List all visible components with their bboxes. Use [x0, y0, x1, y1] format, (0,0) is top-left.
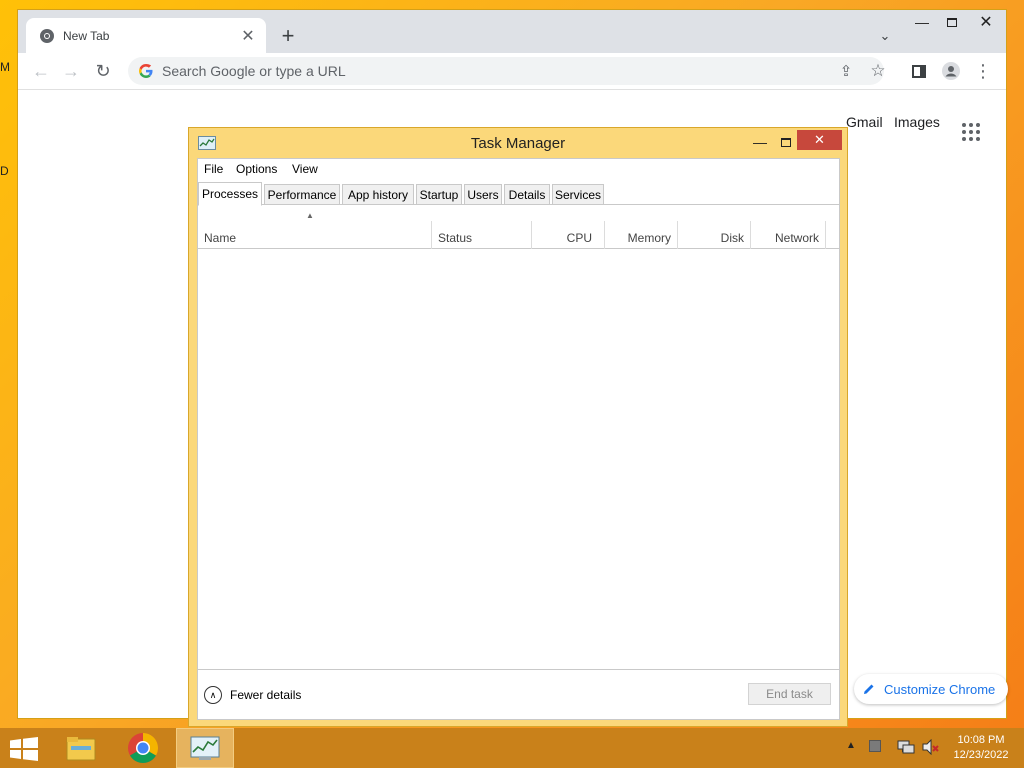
- tab-services[interactable]: Services: [552, 184, 604, 205]
- tab-app-history[interactable]: App history: [342, 184, 414, 205]
- bookmark-star-icon[interactable]: ☆: [868, 61, 888, 81]
- profile-avatar-icon: [942, 62, 960, 80]
- restore-icon: [947, 17, 957, 27]
- window-minimize-button[interactable]: —: [908, 10, 936, 34]
- file-explorer-icon: [66, 737, 96, 761]
- profile-button[interactable]: [938, 58, 964, 84]
- action-center-icon[interactable]: [869, 740, 881, 752]
- tab-startup[interactable]: Startup: [416, 184, 462, 205]
- images-link[interactable]: Images: [894, 114, 940, 130]
- task-manager-icon: [190, 736, 220, 760]
- process-table-header: Name Status CPU Memory Disk Network: [198, 221, 839, 249]
- customize-chrome-button[interactable]: Customize Chrome: [854, 674, 1008, 704]
- desktop-icon-label-fragment: D: [0, 164, 9, 178]
- taskbar-chrome[interactable]: [114, 728, 172, 768]
- tab-strip: New Tab ✕ + ⌄ — ✕: [18, 10, 1006, 53]
- tab-users[interactable]: Users: [464, 184, 502, 205]
- menu-file[interactable]: File: [204, 162, 223, 176]
- window-restore-button[interactable]: [938, 10, 966, 34]
- tm-close-button[interactable]: ✕: [797, 130, 842, 150]
- network-icon[interactable]: [897, 739, 915, 755]
- column-network[interactable]: Network: [751, 221, 825, 249]
- task-manager-window: Task Manager — ✕ File Options View Proce…: [188, 127, 848, 727]
- chrome-icon: [128, 733, 159, 764]
- desktop-icon-label-fragment: M: [0, 60, 10, 74]
- customize-chrome-label: Customize Chrome: [884, 681, 996, 697]
- volume-muted-icon[interactable]: [922, 739, 940, 755]
- tm-maximize-button[interactable]: [773, 132, 799, 152]
- tab-search-chevron-icon[interactable]: ⌄: [875, 26, 895, 46]
- column-name[interactable]: Name: [204, 221, 430, 249]
- omnibox[interactable]: ⇪ ☆: [128, 57, 886, 85]
- tm-tab-bar: Processes Performance App history Startu…: [198, 181, 839, 206]
- menu-view[interactable]: View: [292, 162, 318, 176]
- clock-date: 12/23/2022: [953, 749, 1009, 761]
- taskbar: ▲ 10:08 PM 12/23/2022: [0, 728, 1024, 768]
- system-clock[interactable]: 10:08 PM 12/23/2022: [946, 733, 1016, 763]
- window-close-button[interactable]: ✕: [968, 10, 1004, 34]
- clock-time: 10:08 PM: [957, 734, 1005, 746]
- tab-details[interactable]: Details: [504, 184, 550, 205]
- tab-performance[interactable]: Performance: [264, 184, 340, 205]
- end-task-button[interactable]: End task: [748, 683, 831, 705]
- browser-toolbar: ← → ↻ ⇪ ☆ ⋮: [18, 53, 1006, 90]
- column-disk[interactable]: Disk: [678, 221, 750, 249]
- chrome-menu-button[interactable]: ⋮: [970, 58, 996, 84]
- fewer-details-label: Fewer details: [230, 688, 302, 702]
- maximize-icon: [781, 137, 791, 147]
- menu-options[interactable]: Options: [236, 162, 277, 176]
- pencil-icon: [864, 684, 874, 694]
- chevron-up-circle-icon: ∧: [204, 686, 222, 704]
- tm-menubar: File Options View: [198, 159, 839, 179]
- back-button[interactable]: ←: [28, 58, 54, 84]
- process-list[interactable]: [198, 250, 839, 668]
- google-g-icon: [139, 64, 153, 78]
- forward-button[interactable]: →: [58, 58, 84, 84]
- tab-processes[interactable]: Processes: [198, 182, 262, 206]
- column-memory[interactable]: Memory: [605, 221, 677, 249]
- column-status[interactable]: Status: [438, 221, 530, 249]
- column-cpu[interactable]: CPU: [532, 221, 598, 249]
- fewer-details-button[interactable]: ∧ Fewer details: [204, 686, 301, 704]
- sort-ascending-icon: ▲: [306, 211, 314, 220]
- task-manager-body: File Options View Processes Performance …: [197, 158, 840, 720]
- chrome-favicon-icon: [40, 28, 54, 43]
- taskbar-file-explorer[interactable]: [52, 728, 110, 768]
- reload-button[interactable]: ↻: [90, 58, 116, 84]
- tm-minimize-button[interactable]: —: [747, 132, 773, 152]
- gmail-link[interactable]: Gmail: [846, 114, 883, 130]
- new-tab-button[interactable]: +: [276, 23, 300, 48]
- tab-new-tab[interactable]: New Tab ✕: [26, 18, 266, 53]
- close-tab-icon[interactable]: ✕: [238, 26, 258, 46]
- tab-title: New Tab: [63, 28, 110, 43]
- share-icon[interactable]: ⇪: [836, 61, 856, 81]
- omnibox-input[interactable]: [162, 63, 822, 79]
- tm-footer: ∧ Fewer details End task: [198, 669, 839, 720]
- side-panel-button[interactable]: [906, 58, 932, 84]
- side-panel-icon: [912, 64, 926, 78]
- taskbar-task-manager[interactable]: [176, 728, 234, 768]
- google-apps-grid-icon[interactable]: [962, 123, 980, 141]
- windows-start-icon[interactable]: [10, 737, 38, 761]
- show-hidden-icons-chevron[interactable]: ▲: [846, 740, 856, 751]
- task-manager-titlebar[interactable]: Task Manager — ✕: [189, 128, 847, 158]
